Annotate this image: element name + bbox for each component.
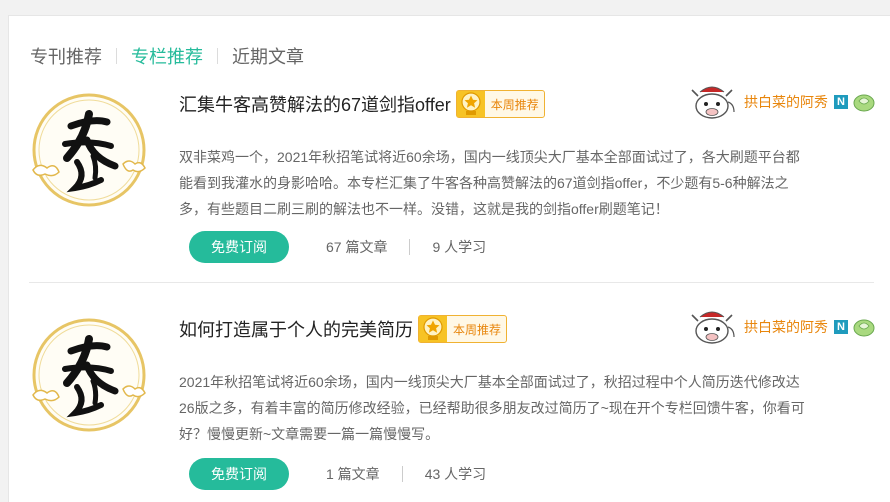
tab-divider [217, 48, 218, 64]
section-tabs: 专刊推荐 专栏推荐 近期文章 [30, 43, 304, 69]
weekly-badge: 本周推荐 [418, 315, 508, 343]
column-logo[interactable] [31, 92, 147, 208]
learner-count: 43 人学习 [424, 466, 487, 482]
author-name[interactable]: 拱白菜的阿秀 [744, 92, 828, 112]
column-title[interactable]: 如何打造属于个人的完美简历 [179, 316, 413, 342]
meta-divider [409, 239, 411, 255]
title-row: 如何打造属于个人的完美简历 本周推荐 [179, 315, 508, 343]
card-meta: 免费订阅 1 篇文章 43 人学习 [189, 458, 486, 490]
article-count: 1 篇文章 [326, 466, 380, 482]
meta-divider [401, 466, 403, 482]
author-info: 拱白菜的阿秀 N [690, 307, 875, 347]
title-row: 汇集牛客高赞解法的67道剑指offer 本周推荐 [179, 90, 545, 118]
badge-label: 本周推荐 [490, 97, 539, 112]
description-line: 多，有些题目二刷三刷的解法也不一样。没错，这就是我的剑指offer刷题笔记！ [179, 201, 669, 217]
description-line: 能看到我灌水的身影哈哈。本专栏汇集了牛客各种高赞解法的67道剑指offer，不少… [179, 175, 789, 191]
column-card: 如何打造属于个人的完美简历 本周推荐 拱白菜的阿秀 N 2021年秋招笔试将近6… [9, 303, 890, 502]
n-level-icon: N [834, 320, 848, 334]
green-gem-icon [853, 317, 875, 337]
tab-divider [116, 48, 117, 64]
avatar[interactable] [690, 307, 736, 347]
tab-columns[interactable]: 专栏推荐 [131, 43, 203, 69]
column-title[interactable]: 汇集牛客高赞解法的67道剑指offer [179, 91, 451, 117]
star-medal-icon [419, 316, 447, 342]
column-logo[interactable] [31, 317, 147, 433]
avatar[interactable] [690, 82, 736, 122]
card-meta: 免费订阅 67 篇文章 9 人学习 [189, 231, 486, 263]
card-divider [29, 282, 874, 283]
description-line: 2021年秋招笔试将近60余场，国内一线顶尖大厂基本全部面试过了，秋招过程中个人… [179, 374, 800, 390]
description-line: 好？慢慢更新~文章需要一篇一篇慢慢写。 [179, 426, 440, 442]
subscribe-button[interactable]: 免费订阅 [189, 458, 289, 490]
author-name[interactable]: 拱白菜的阿秀 [744, 317, 828, 337]
green-gem-icon [853, 92, 875, 112]
description-line: 26版之多，有着丰富的简历修改经验，已经帮助很多朋友改过简历了~现在开个专栏回馈… [179, 400, 805, 416]
column-description: 双非菜鸡一个，2021年秋招笔试将近60余场，国内一线顶尖大厂基本全部面试过了，… [179, 144, 879, 222]
badge-label: 本周推荐 [453, 322, 502, 337]
star-medal-icon [456, 91, 485, 117]
author-info: 拱白菜的阿秀 N [690, 82, 875, 122]
column-card: 汇集牛客高赞解法的67道剑指offer 本周推荐 拱白菜的阿秀 N 双非菜鸡一个… [9, 78, 890, 283]
tab-special[interactable]: 专刊推荐 [30, 43, 102, 69]
learner-count: 9 人学习 [432, 239, 487, 255]
column-recommend-panel: 专刊推荐 专栏推荐 近期文章 汇集牛客高赞解法的67道剑指offer 本周推荐 … [8, 15, 890, 502]
n-level-icon: N [834, 95, 848, 109]
subscribe-button[interactable]: 免费订阅 [189, 231, 289, 263]
weekly-badge: 本周推荐 [455, 90, 545, 118]
column-description: 2021年秋招笔试将近60余场，国内一线顶尖大厂基本全部面试过了，秋招过程中个人… [179, 369, 879, 447]
article-count: 67 篇文章 [326, 239, 388, 255]
description-line: 双非菜鸡一个，2021年秋招笔试将近60余场，国内一线顶尖大厂基本全部面试过了，… [179, 149, 800, 165]
tab-recent-articles[interactable]: 近期文章 [232, 43, 304, 69]
